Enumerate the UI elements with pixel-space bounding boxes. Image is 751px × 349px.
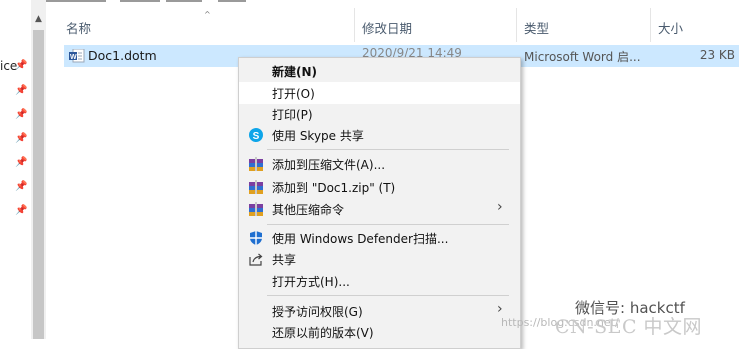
menu-item-label: 打开方式(H)... bbox=[272, 275, 350, 289]
column-divider[interactable] bbox=[354, 8, 355, 42]
menu-item-label: 其他压缩命令 bbox=[272, 203, 345, 217]
menu-item-restore-versions[interactable]: 还原以前的版本(V) bbox=[239, 321, 520, 343]
context-menu: 新建(N) 打开(O) 打印(P) S 使用 Skype 共享 添加到压缩文件(… bbox=[238, 57, 521, 349]
svg-text:S: S bbox=[253, 131, 260, 142]
menu-separator bbox=[267, 149, 509, 150]
column-divider[interactable] bbox=[516, 8, 517, 42]
menu-item-label: 使用 Windows Defender扫描... bbox=[272, 232, 449, 246]
sort-up-icon: ^ bbox=[204, 10, 211, 19]
column-header-name[interactable]: 名称 bbox=[66, 18, 91, 37]
menu-item-label: 打开(O) bbox=[272, 87, 315, 101]
menu-item-label: 共享 bbox=[272, 253, 297, 267]
svg-text:W: W bbox=[70, 54, 77, 61]
defender-shield-icon bbox=[250, 231, 262, 245]
file-type: Microsoft Word 启... bbox=[524, 50, 641, 64]
chevron-right-icon: › bbox=[497, 199, 503, 215]
archive-icon bbox=[249, 202, 263, 216]
archive-icon bbox=[249, 157, 263, 171]
menu-item-skype-share[interactable]: S 使用 Skype 共享 bbox=[239, 124, 520, 146]
menu-item-open-with[interactable]: 打开方式(H)... bbox=[239, 270, 520, 292]
scrollbar-thumb[interactable] bbox=[33, 30, 44, 339]
menu-item-open[interactable]: 打开(O) bbox=[239, 82, 520, 104]
menu-item-label: 打印(P) bbox=[272, 108, 313, 122]
menu-item-label: 使用 Skype 共享 bbox=[272, 129, 364, 143]
menu-item-label: 授予访问权限(G) bbox=[272, 305, 363, 319]
pin-icon: 📌 bbox=[15, 133, 28, 144]
pin-icon: 📌 bbox=[15, 60, 28, 71]
chevron-right-icon: › bbox=[497, 301, 503, 317]
menu-item-other-compress[interactable]: 其他压缩命令 › bbox=[239, 198, 520, 220]
menu-separator bbox=[267, 224, 509, 225]
menu-item-new[interactable]: 新建(N) bbox=[239, 60, 520, 82]
address-bar-fragment bbox=[46, 0, 751, 6]
column-header-size[interactable]: 大小 bbox=[658, 18, 683, 37]
pin-icon: 📌 bbox=[15, 205, 28, 216]
menu-item-label: 添加到压缩文件(A)... bbox=[272, 158, 386, 172]
pin-icon: 📌 bbox=[15, 181, 28, 192]
menu-item-add-to-archive[interactable]: 添加到压缩文件(A)... bbox=[239, 153, 520, 175]
menu-item-add-to-zip[interactable]: 添加到 "Doc1.zip" (T) bbox=[239, 176, 520, 198]
menu-separator bbox=[267, 295, 509, 296]
navigation-pane: ice 📌 📌 📌 📌 📌 📌 📌 bbox=[0, 0, 31, 339]
pin-icon: 📌 bbox=[15, 85, 28, 96]
column-header-date[interactable]: 修改日期 bbox=[362, 18, 412, 37]
scroll-up-arrow-icon[interactable]: ▲ bbox=[31, 12, 46, 26]
watermark-cnsec: CN-SEC 中文网 bbox=[555, 316, 703, 338]
share-icon bbox=[249, 253, 263, 266]
file-name: Doc1.dotm bbox=[88, 48, 157, 63]
pin-icon: 📌 bbox=[15, 157, 28, 168]
word-template-icon: W bbox=[69, 49, 85, 63]
menu-item-defender-scan[interactable]: 使用 Windows Defender扫描... bbox=[239, 227, 520, 249]
skype-icon: S bbox=[249, 128, 263, 142]
menu-item-grant-access[interactable]: 授予访问权限(G) › bbox=[239, 300, 520, 322]
file-size: 23 KB bbox=[699, 48, 735, 62]
menu-item-label: 添加到 "Doc1.zip" (T) bbox=[272, 181, 396, 195]
menu-item-label: 新建(N) bbox=[272, 65, 318, 79]
menu-item-label: 还原以前的版本(V) bbox=[272, 326, 374, 340]
column-divider[interactable] bbox=[650, 8, 651, 42]
column-header-type[interactable]: 类型 bbox=[524, 18, 549, 37]
archive-icon bbox=[249, 180, 263, 194]
menu-item-print[interactable]: 打印(P) bbox=[239, 103, 520, 125]
pin-icon: 📌 bbox=[15, 109, 28, 120]
menu-item-share[interactable]: 共享 bbox=[239, 248, 520, 270]
